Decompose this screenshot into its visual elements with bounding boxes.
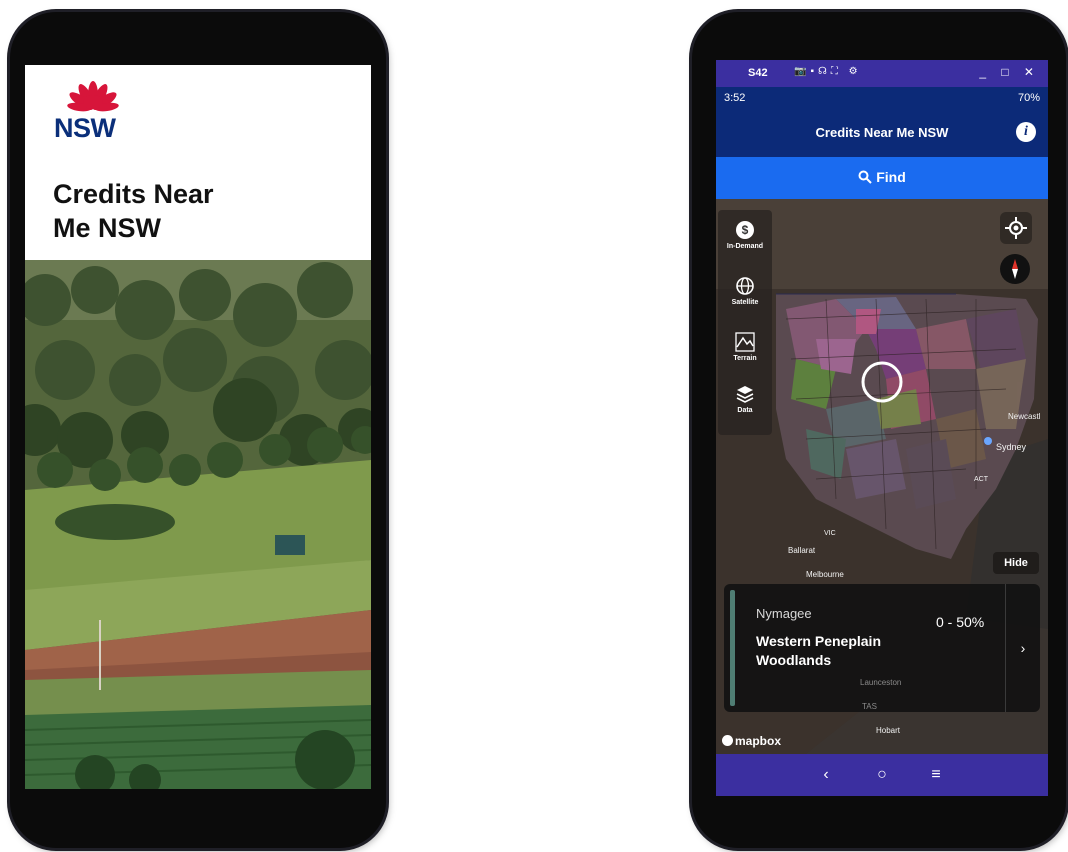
map-label-tas: TAS (862, 702, 877, 711)
search-icon (858, 170, 872, 184)
splash-title-line-1: Credits Near (53, 179, 214, 209)
status-time: 3:52 (724, 92, 746, 104)
status-battery: 70% (1017, 92, 1040, 104)
map-label-newcastle: Newcastl (1008, 412, 1041, 421)
layers-icon (736, 386, 754, 403)
chevron-right-icon[interactable]: › (1012, 636, 1034, 660)
tool-terrain[interactable]: Terrain (718, 326, 772, 382)
compass-icon (1012, 259, 1018, 279)
map-label-melbourne: Melbourne (806, 570, 844, 579)
find-label: Find (876, 169, 906, 185)
map-label-sydney: Sydney (996, 442, 1027, 452)
map-app-screen: S42 📷▪☊⛶ ⚙ _ □ ✕ 3:52 70% Credits Near M… (716, 60, 1048, 796)
splash-title: Credits Near Me NSW (53, 177, 313, 245)
compass-button[interactable] (1000, 254, 1030, 284)
android-nav-bar: ‹ ○ ≡ (716, 754, 1048, 796)
dollar-icon: $ (736, 221, 754, 239)
emulator-toolbar-icons[interactable]: 📷▪☊⛶ ⚙ (794, 66, 862, 77)
locate-me-button[interactable] (1000, 212, 1032, 244)
window-controls[interactable]: _ □ ✕ (979, 65, 1040, 79)
tool-label: Satellite (731, 299, 759, 306)
terrain-icon (735, 332, 755, 352)
map-layer-toolbar: $ In-Demand Satellite Terrain Data (718, 210, 772, 435)
phone-frame-right: S42 📷▪☊⛶ ⚙ _ □ ✕ 3:52 70% Credits Near M… (692, 12, 1066, 848)
tool-data[interactable]: Data (718, 378, 772, 434)
window-title: S42 (748, 67, 768, 79)
nav-home-button[interactable]: ○ (870, 765, 894, 785)
farmland-landscape-image (25, 260, 371, 789)
tool-label: In-Demand (726, 243, 764, 250)
nsw-wordmark: NSW (54, 113, 116, 143)
emulator-window-bar: S42 📷▪☊⛶ ⚙ _ □ ✕ (716, 60, 1048, 87)
app-header: Credits Near Me NSW i (716, 109, 1048, 157)
map-label-vic: VIC (824, 530, 836, 537)
splash-title-line-2: Me NSW (53, 213, 161, 243)
hide-button[interactable]: Hide (993, 552, 1039, 574)
map-label-ballarat: Ballarat (788, 546, 816, 555)
tool-in-demand[interactable]: $ In-Demand (718, 214, 772, 270)
svg-text:$: $ (742, 223, 749, 237)
mapbox-label: mapbox (735, 734, 782, 748)
android-status-bar: 3:52 70% (716, 87, 1048, 109)
tool-satellite[interactable]: Satellite (718, 270, 772, 326)
info-icon[interactable]: i (1016, 122, 1036, 142)
nav-menu-button[interactable]: ≡ (924, 765, 948, 785)
tool-label: Data (737, 407, 753, 414)
tool-label: Terrain (733, 355, 757, 362)
card-accent-bar (730, 590, 735, 706)
map-label-hobart: Hobart (876, 726, 901, 735)
mapbox-attribution[interactable]: mapbox (722, 734, 781, 748)
crosshair-icon (1005, 217, 1027, 239)
map-label-launceston: Launceston (860, 678, 902, 687)
card-vegetation-name: Western Peneplain Woodlands (756, 633, 882, 668)
card-region: Nymagee (756, 606, 812, 621)
card-credit-range: 0 - 50% (936, 614, 985, 630)
phone-frame-left: NSW Credits Near Me NSW (10, 12, 386, 848)
card-divider (1005, 584, 1006, 712)
result-card[interactable]: Nymagee 0 - 50% Western Peneplain Woodla… (724, 584, 1040, 712)
map-label-act: ACT (974, 476, 988, 483)
app-title: Credits Near Me NSW (815, 125, 949, 140)
nav-back-button[interactable]: ‹ (814, 765, 838, 785)
splash-screen: NSW Credits Near Me NSW (25, 65, 371, 789)
globe-icon (736, 277, 754, 295)
find-button[interactable]: Find (716, 157, 1048, 199)
mapbox-logo-icon (722, 735, 733, 746)
